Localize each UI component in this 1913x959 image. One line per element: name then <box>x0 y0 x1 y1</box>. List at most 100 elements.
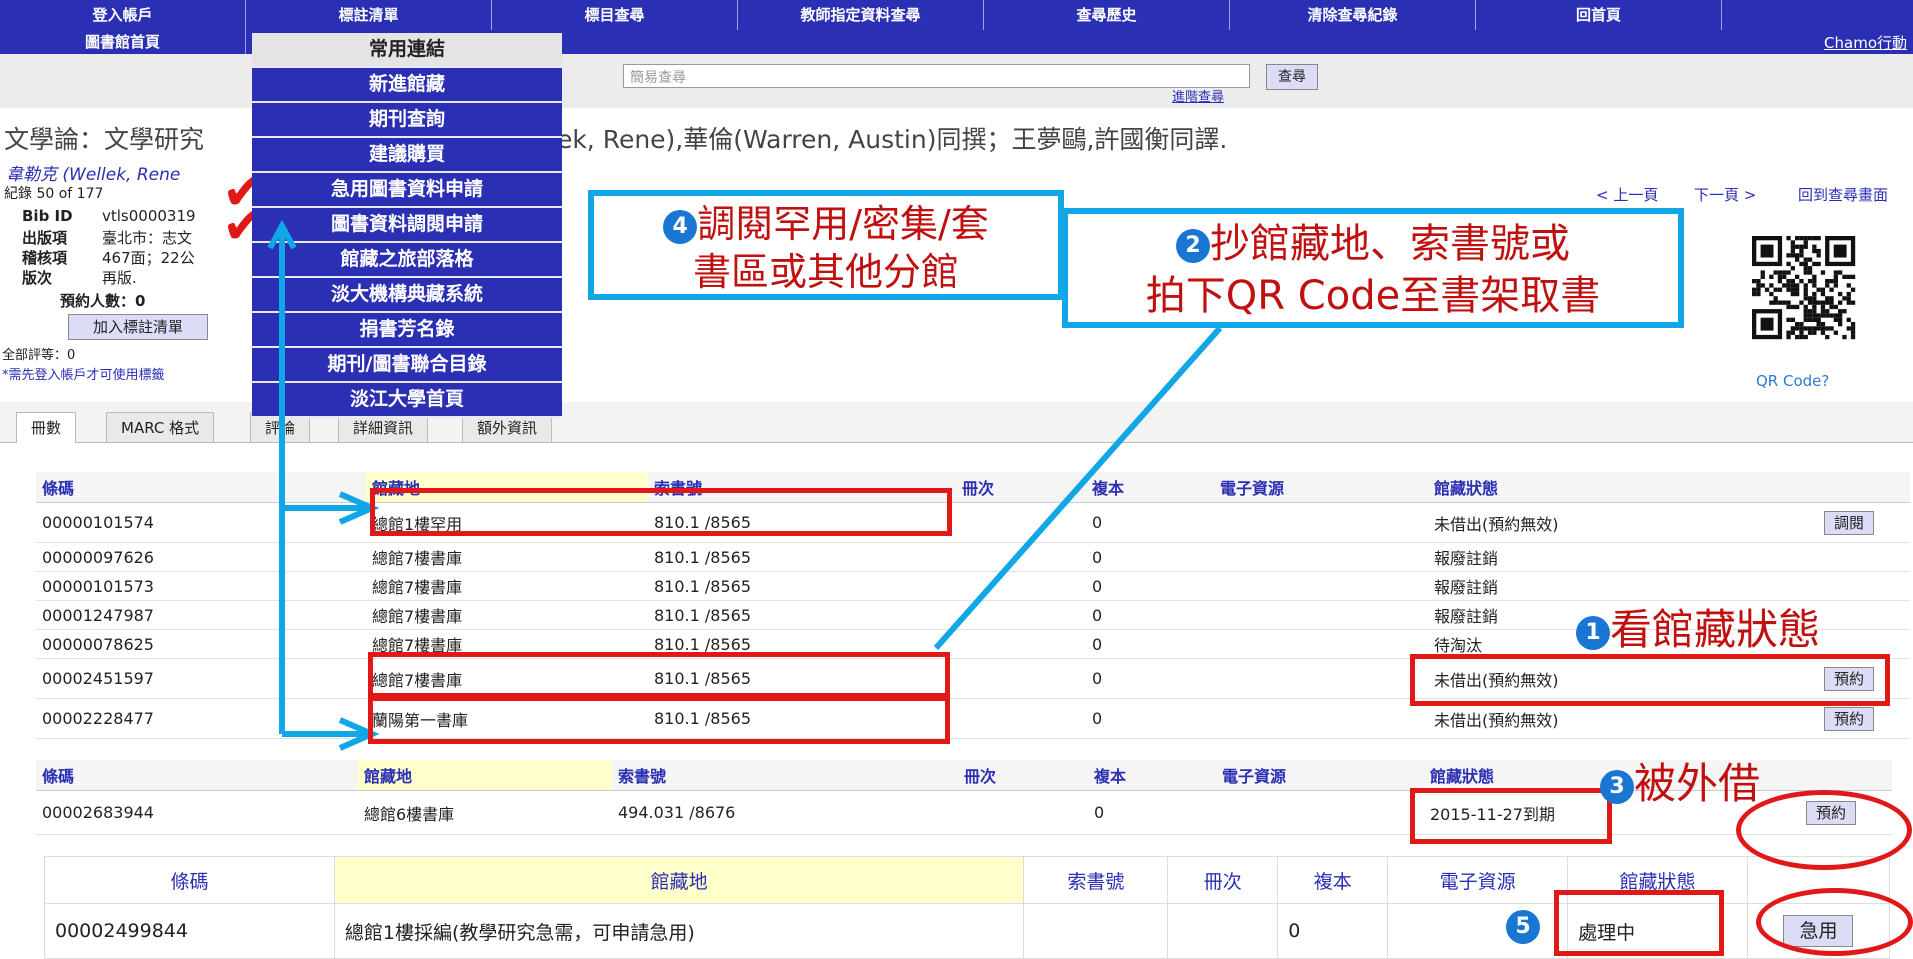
highlight-box <box>1554 890 1724 956</box>
col-eresource[interactable]: 電子資源 <box>1214 472 1428 503</box>
cell-eresource <box>1214 629 1428 659</box>
col-copy[interactable]: 複本 <box>1277 856 1389 904</box>
col-location[interactable]: 館藏地 <box>333 856 1025 904</box>
cell-eresource <box>1214 658 1428 699</box>
dropdown-header: 常用連結 <box>252 33 562 68</box>
col-action <box>1800 760 1892 791</box>
nav-heading-search[interactable]: 標目查尋 <box>492 0 738 30</box>
cell-callno <box>1023 903 1169 959</box>
col-eresource[interactable]: 電子資源 <box>1216 760 1424 791</box>
cell-volume <box>958 790 1088 835</box>
chamo-mobile-link[interactable]: Chamo行動 <box>1824 32 1907 53</box>
cell-copy: 0 <box>1086 571 1214 601</box>
col-volume[interactable]: 冊次 <box>1167 856 1279 904</box>
cell-barcode: 00002228477 <box>36 698 366 739</box>
cell-barcode: 00000101574 <box>36 502 366 543</box>
tab-items[interactable]: 冊數 <box>16 412 77 443</box>
record-title-left: 文學論：文學研究 <box>4 125 205 154</box>
retrieve-button[interactable]: 調閱 <box>1824 510 1874 535</box>
note-checked-out: 3 被外借 <box>1600 750 1760 811</box>
dropdown-item-blog[interactable]: 館藏之旅部落格 <box>252 243 562 278</box>
cell-action <box>1818 571 1910 601</box>
cell-action: 調閱 <box>1818 502 1910 543</box>
dropdown-item-journals[interactable]: 期刊查詢 <box>252 103 562 138</box>
highlight-box <box>368 696 950 744</box>
qr-help-link[interactable]: QR Code? <box>1756 372 1829 390</box>
col-copy[interactable]: 複本 <box>1088 760 1216 791</box>
cell-barcode: 00000101573 <box>36 571 366 601</box>
col-volume[interactable]: 冊次 <box>958 760 1088 791</box>
col-location[interactable]: 館藏地 <box>358 760 612 791</box>
cell-status: 未借出(預約無效) <box>1428 502 1818 543</box>
cell-barcode: 00002683944 <box>36 790 358 835</box>
col-callno[interactable]: 索書號 <box>1023 856 1169 904</box>
record-author[interactable]: 韋勒克 (Wellek, Rene <box>6 160 180 185</box>
prev-page-link[interactable]: < 上一頁 <box>1596 184 1658 205</box>
col-barcode[interactable]: 條碼 <box>44 856 335 904</box>
col-action <box>1818 472 1910 503</box>
dropdown-item-suggest[interactable]: 建議購買 <box>252 138 562 173</box>
col-volume[interactable]: 冊次 <box>956 472 1086 503</box>
next-page-link[interactable]: 下一頁 > <box>1694 184 1756 205</box>
dropdown-item-new-arrivals[interactable]: 新進館藏 <box>252 68 562 103</box>
dropdown-item-donors[interactable]: 捐書芳名錄 <box>252 313 562 348</box>
table-header-row: 條碼 館藏地 索書號 冊次 複本 電子資源 館藏狀態 <box>36 472 1910 503</box>
nav-search-history[interactable]: 查尋歷史 <box>984 0 1230 30</box>
col-eresource[interactable]: 電子資源 <box>1387 856 1569 904</box>
cell-eresource <box>1214 698 1428 739</box>
nav-marked-list[interactable]: 標註清單 <box>246 0 492 30</box>
nav-clear-history[interactable]: 清除查尋紀錄 <box>1230 0 1476 30</box>
col-barcode[interactable]: 條碼 <box>36 760 358 791</box>
bib-value: vtls0000319 <box>102 207 196 225</box>
links-dropdown-menu: 常用連結 新進館藏 期刊查詢 建議購買 急用圖書資料申請 圖書資料調閱申請 館藏… <box>252 33 562 418</box>
nav-course-reserve[interactable]: 教師指定資料查尋 <box>738 0 984 30</box>
col-callno[interactable]: 索書號 <box>612 760 958 791</box>
col-status[interactable]: 館藏狀態 <box>1428 472 1818 503</box>
record-title-right: lek, Rene),華倫(Warren, Austin)同撰；王夢鷗,許國衡同… <box>550 125 1228 154</box>
dropdown-item-union-catalog[interactable]: 期刊/圖書聯合目錄 <box>252 348 562 383</box>
back-to-results-link[interactable]: 回到查尋畫面 <box>1798 184 1888 205</box>
search-button[interactable]: 查尋 <box>1266 64 1318 90</box>
dropdown-item-rush[interactable]: 急用圖書資料申請 <box>252 173 562 208</box>
cell-callno: 810.1 /8565 <box>648 600 956 630</box>
nav-library-home[interactable]: 圖書館首頁 <box>0 30 246 54</box>
bib-row: 稽核項 467面；22公 <box>22 247 195 268</box>
highlight-box <box>368 652 950 698</box>
tab-marc[interactable]: MARC 格式 <box>106 412 215 442</box>
highlight-box <box>1410 788 1612 844</box>
cell-eresource <box>1214 571 1428 601</box>
nav-home[interactable]: 回首頁 <box>1476 0 1722 30</box>
dropdown-item-university-home[interactable]: 淡江大學首頁 <box>252 383 562 418</box>
cell-callno: 494.031 /8676 <box>612 790 958 835</box>
note-text: 看館藏狀態 <box>1610 605 1821 654</box>
note-check-status: 1 看館藏狀態 <box>1576 596 1820 657</box>
cell-location: 總館7樓書庫 <box>366 542 648 572</box>
cell-action <box>1818 600 1910 630</box>
qr-code-image <box>1720 232 1884 344</box>
highlight-box <box>370 488 952 536</box>
col-copy[interactable]: 複本 <box>1086 472 1214 503</box>
cell-eresource <box>1216 790 1424 835</box>
cell-barcode: 00002499844 <box>44 903 335 959</box>
reserve-button[interactable]: 預約 <box>1824 706 1874 731</box>
step-number: 2 <box>1176 229 1210 263</box>
cell-copy: 0 <box>1086 698 1214 739</box>
login-note: *需先登入帳戶才可使用標籤 <box>2 368 165 383</box>
cell-copy: 0 <box>1277 903 1389 959</box>
col-barcode[interactable]: 條碼 <box>36 472 366 503</box>
note-shelf-box: 2 抄館藏地、索書號或 拍下QR Code至書架取書 <box>1062 208 1684 328</box>
add-to-list-button[interactable]: 加入標註清單 <box>68 314 208 340</box>
dropdown-item-retrieve[interactable]: 圖書資料調閱申請 <box>252 208 562 243</box>
dropdown-item-repository[interactable]: 淡大機構典藏系統 <box>252 278 562 313</box>
cell-eresource <box>1214 502 1428 543</box>
cell-location: 總館7樓書庫 <box>366 571 648 601</box>
cell-copy: 0 <box>1086 658 1214 699</box>
note-text: 書區或其他分館 <box>692 250 959 294</box>
nav-login[interactable]: 登入帳戶 <box>0 0 246 30</box>
bib-value: 臺北市：志文 <box>102 229 193 247</box>
cell-volume <box>956 571 1086 601</box>
advanced-search-link[interactable]: 進階查尋 <box>1172 86 1224 105</box>
table-row: 00000097626 總館7樓書庫 810.1 /8565 0 報廢註銷 <box>36 542 1910 572</box>
cell-eresource <box>1214 542 1428 572</box>
search-input[interactable]: 簡易查尋 <box>623 64 1250 88</box>
